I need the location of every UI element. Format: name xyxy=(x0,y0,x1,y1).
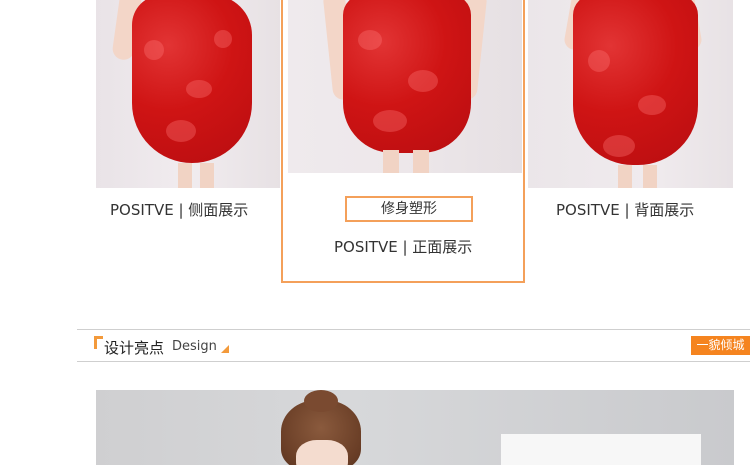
model-leg xyxy=(178,163,192,188)
model-leg xyxy=(643,165,657,188)
section-subtitle: Design xyxy=(172,339,217,354)
slogan-badge: 一貌倾城 xyxy=(691,336,750,355)
hair-bun xyxy=(304,390,338,412)
fit-tag: 修身塑形 xyxy=(345,196,473,222)
section-divider-bottom xyxy=(77,361,750,362)
side-view-photo xyxy=(96,0,280,188)
corner-accent-icon xyxy=(94,336,103,349)
model-leg xyxy=(618,165,632,188)
triangle-accent-icon xyxy=(221,345,229,353)
model-leg xyxy=(200,163,214,188)
backdrop-panel xyxy=(501,434,701,465)
side-view-caption: POSITVE | 侧面展示 xyxy=(110,201,249,219)
back-view-photo xyxy=(528,0,733,188)
red-lace-dress xyxy=(573,0,698,165)
front-view-caption: POSITVE | 正面展示 xyxy=(334,238,473,256)
back-view-caption: POSITVE | 背面展示 xyxy=(556,201,695,219)
design-highlight-photo xyxy=(96,390,734,465)
model-face xyxy=(296,440,348,465)
section-divider-top xyxy=(77,329,750,330)
section-title: 设计亮点 xyxy=(104,339,165,357)
